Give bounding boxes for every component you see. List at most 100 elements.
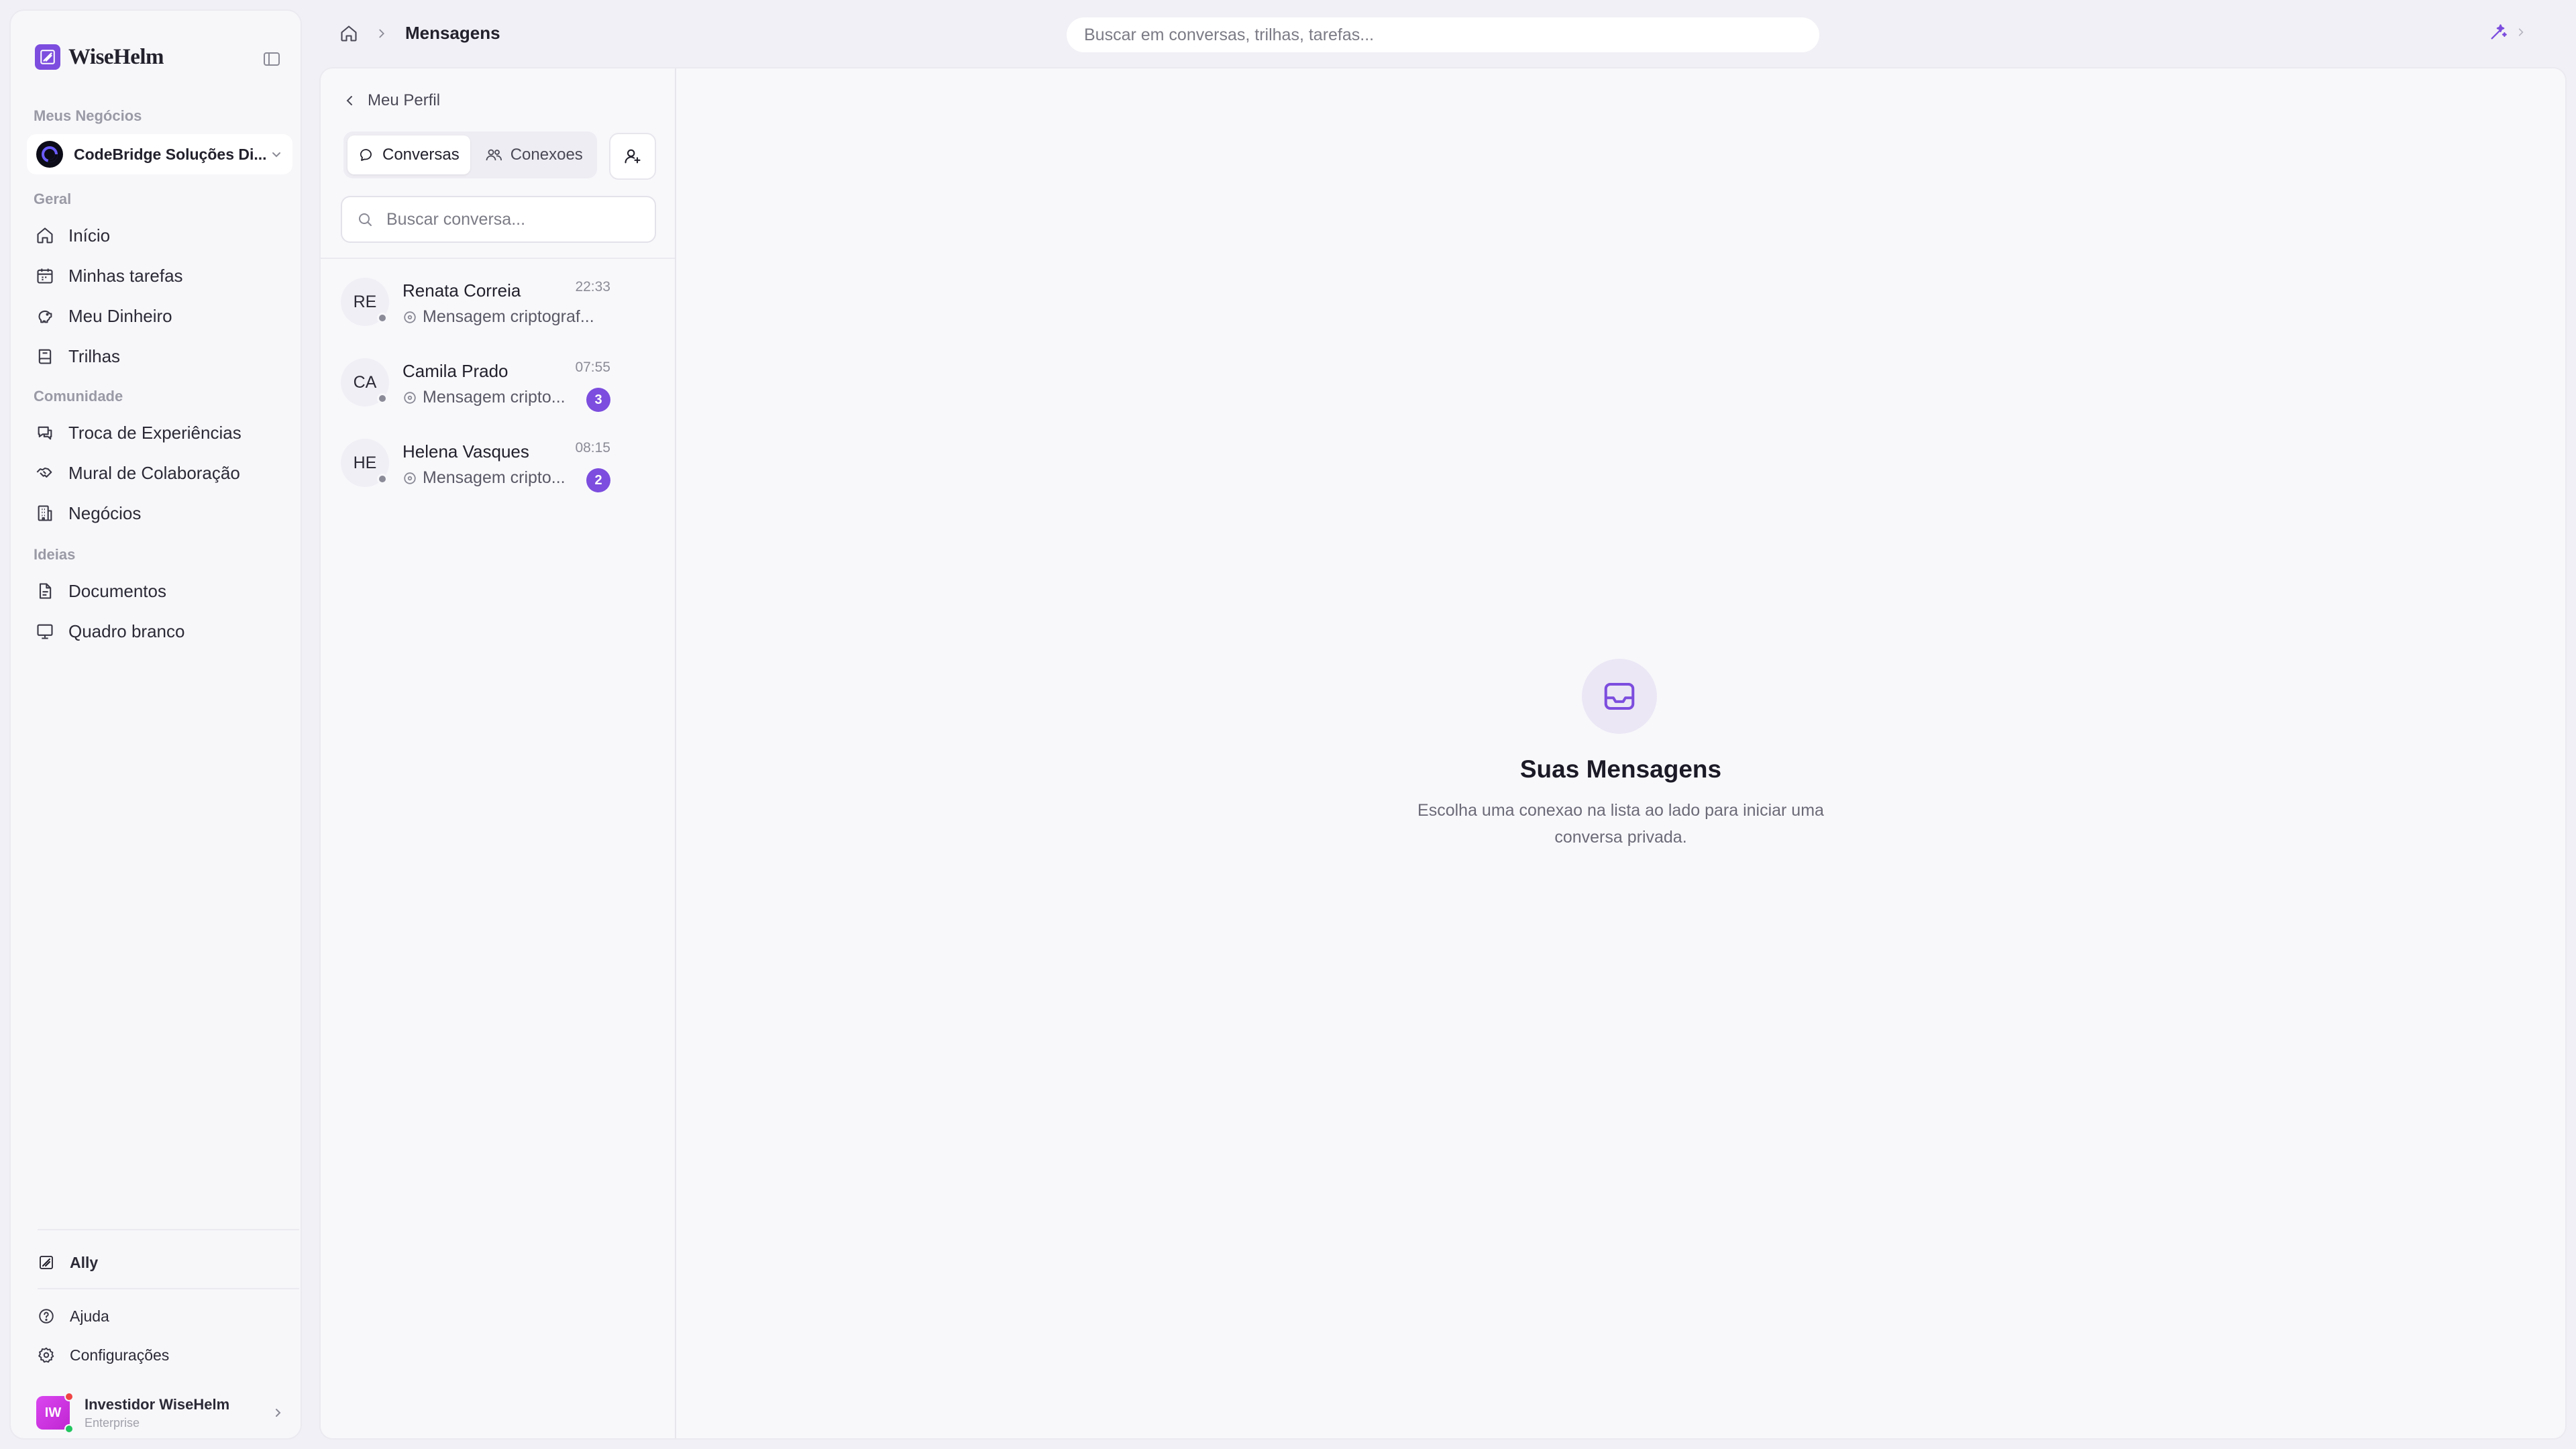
- avatar: IW: [36, 1392, 74, 1434]
- chat-bubbles-icon: [35, 423, 55, 443]
- avatar: HE: [341, 439, 389, 487]
- sidebar-item-label: Troca de Experiências: [68, 422, 241, 443]
- gear-icon: [36, 1345, 56, 1365]
- piggy-bank-icon: [35, 306, 55, 326]
- sidebar-item-troca-de-experiencias[interactable]: Troca de Experiências: [35, 416, 241, 449]
- lock-message-icon: [402, 471, 417, 486]
- sidebar-item-label: Negócios: [68, 502, 142, 523]
- messages-panel: Meu Perfil Conversas Conexoes RE: [319, 67, 2567, 1440]
- help-label: Ajuda: [70, 1307, 109, 1325]
- avatar-initials: HE: [353, 453, 377, 472]
- user-initials: IW: [44, 1405, 62, 1420]
- sidebar-item-label: Trilhas: [68, 345, 121, 366]
- calendar-icon: [35, 266, 55, 286]
- add-connection-button[interactable]: [609, 133, 656, 180]
- conversation-name: Renata Correia: [402, 280, 521, 301]
- chevron-right-icon: [376, 28, 388, 40]
- conversation-preview: Mensagem cripto...: [402, 388, 566, 407]
- conversation-preview-text: Mensagem criptograf...: [423, 307, 594, 326]
- empty-state-description: Escolha uma conexao na lista ao lado par…: [1417, 801, 1824, 847]
- conversation-search-input[interactable]: [386, 209, 640, 229]
- sidebar-item-label: Meu Dinheiro: [68, 305, 172, 326]
- sidebar-item-minhas-tarefas[interactable]: Minhas tarefas: [35, 259, 183, 292]
- section-label-ideias: Ideias: [34, 546, 76, 563]
- conversation-list-panel: Meu Perfil Conversas Conexoes RE: [321, 68, 676, 1438]
- sidebar-item-mural-de-colaboracao[interactable]: Mural de Colaboração: [35, 456, 240, 490]
- offline-status-dot: [377, 313, 388, 323]
- chevron-right-icon: [2516, 27, 2526, 38]
- business-logo-icon: [36, 141, 63, 168]
- back-to-profile-link[interactable]: Meu Perfil: [343, 91, 440, 110]
- global-search-input[interactable]: [1084, 25, 1802, 45]
- avatar-initials: RE: [353, 292, 377, 311]
- users-icon: [485, 147, 502, 163]
- user-plan: Enterprise: [85, 1415, 140, 1430]
- sparkle-icon: [2489, 23, 2508, 42]
- sidebar-divider: [38, 1288, 299, 1289]
- breadcrumb: Mensagens: [339, 23, 500, 44]
- conversation-name: Camila Prado: [402, 361, 508, 381]
- conversation-preview-text: Mensagem cripto...: [423, 388, 566, 407]
- chat-bubble-icon: [358, 147, 374, 163]
- chevron-right-icon: [271, 1406, 284, 1419]
- sidebar-item-meu-dinheiro[interactable]: Meu Dinheiro: [35, 299, 172, 333]
- ally-label: Ally: [70, 1253, 99, 1271]
- breadcrumb-current: Mensagens: [405, 23, 500, 43]
- user-profile-card[interactable]: IW Investidor WiseHelm Enterprise: [36, 1392, 284, 1434]
- brand[interactable]: WiseHelm: [35, 44, 164, 70]
- lock-message-icon: [402, 310, 417, 325]
- sidebar: WiseHelm Meus Negócios CodeBridge Soluçõ…: [9, 9, 302, 1440]
- whiteboard-icon: [35, 621, 55, 641]
- conversation-preview-text: Mensagem cripto...: [423, 468, 566, 487]
- sidebar-divider: [38, 1229, 299, 1230]
- conversation-item-renata-correia[interactable]: RE Renata Correia 22:33 Mensagem criptog…: [321, 263, 675, 343]
- tab-conexoes[interactable]: Conexoes: [474, 136, 594, 174]
- chevron-left-icon: [343, 94, 357, 107]
- settings-button[interactable]: Configurações: [36, 1342, 169, 1368]
- sidebar-item-negocios[interactable]: Negócios: [35, 496, 141, 530]
- conversation-item-camila-prado[interactable]: CA Camila Prado 07:55 Mensagem cripto...…: [321, 343, 675, 424]
- unread-count-badge: 2: [586, 468, 610, 492]
- inbox-icon: [1582, 659, 1657, 734]
- tab-conversas[interactable]: Conversas: [347, 136, 470, 174]
- book-icon: [35, 346, 55, 366]
- unread-count-badge: 3: [586, 388, 610, 412]
- search-icon: [357, 211, 373, 227]
- sidebar-item-label: Minhas tarefas: [68, 265, 183, 286]
- help-circle-icon: [36, 1306, 56, 1326]
- handshake-icon: [35, 463, 55, 483]
- home-icon[interactable]: [339, 24, 358, 43]
- ally-button[interactable]: Ally: [36, 1249, 98, 1276]
- messages-tabs: Conversas Conexoes: [343, 131, 597, 178]
- chevron-down-icon: [270, 148, 283, 161]
- offline-status-dot: [377, 474, 388, 484]
- back-link-label: Meu Perfil: [368, 91, 441, 109]
- business-selector[interactable]: CodeBridge Soluções Di...: [27, 134, 292, 174]
- sidebar-item-trilhas[interactable]: Trilhas: [35, 339, 120, 373]
- conversation-preview: Mensagem criptograf...: [402, 307, 594, 327]
- ally-icon: [36, 1252, 56, 1273]
- ai-assistant-toggle[interactable]: [2489, 23, 2526, 42]
- global-search[interactable]: [1067, 17, 1819, 52]
- section-label-geral: Geral: [34, 191, 72, 207]
- empty-state-title: Suas Mensagens: [1519, 755, 1722, 783]
- help-button[interactable]: Ajuda: [36, 1303, 109, 1330]
- conversation-item-helena-vasques[interactable]: HE Helena Vasques 08:15 Mensagem cripto.…: [321, 424, 675, 504]
- offline-status-dot: [377, 393, 388, 404]
- sidebar-item-quadro-branco[interactable]: Quadro branco: [35, 614, 184, 648]
- sidebar-collapse-icon[interactable]: [263, 51, 280, 67]
- business-name: CodeBridge Soluções Di...: [74, 145, 267, 163]
- add-user-icon: [623, 147, 642, 166]
- lock-message-icon: [402, 390, 417, 405]
- sidebar-item-inicio[interactable]: Início: [35, 219, 110, 252]
- conversation-time: 22:33: [575, 279, 610, 294]
- conversation-time: 07:55: [575, 360, 610, 375]
- empty-conversation-state: Suas Mensagens Escolha uma conexao na li…: [676, 68, 2565, 1438]
- conversation-time: 08:15: [575, 440, 610, 455]
- sidebar-item-documentos[interactable]: Documentos: [35, 574, 166, 608]
- conversation-search[interactable]: [341, 196, 656, 243]
- tab-label: Conexoes: [510, 146, 583, 164]
- list-divider: [321, 258, 675, 259]
- home-icon: [35, 225, 55, 246]
- notification-dot: [64, 1392, 74, 1401]
